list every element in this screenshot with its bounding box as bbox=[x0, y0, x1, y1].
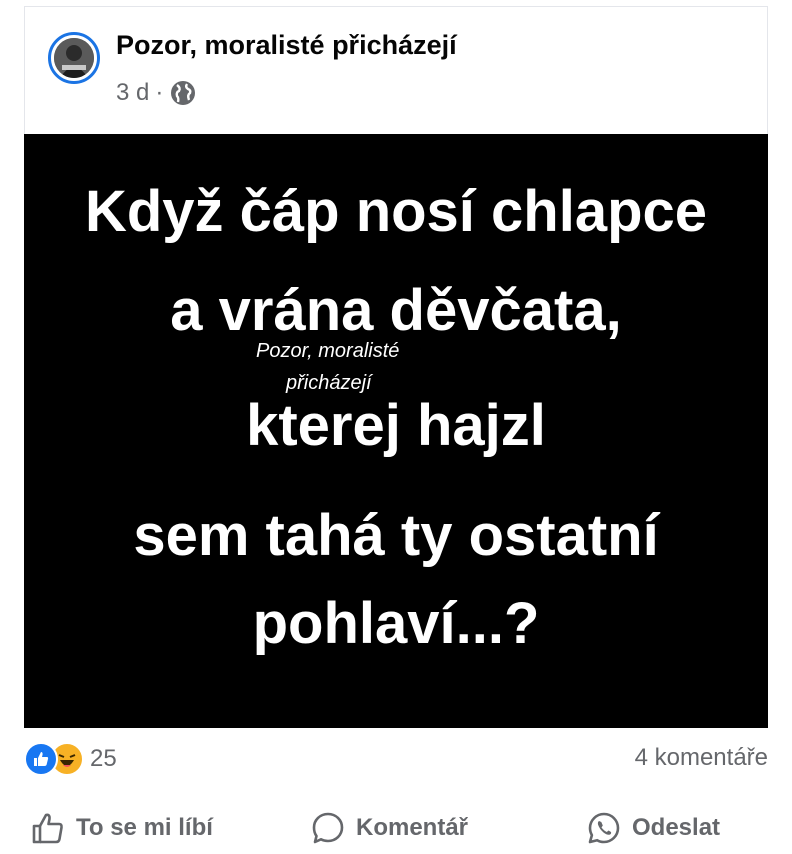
whatsapp-icon bbox=[588, 812, 620, 844]
post-time[interactable]: 3 d bbox=[116, 79, 149, 107]
post-image[interactable]: Když čáp nosí chlapce a vrána děvčata, k… bbox=[24, 134, 768, 728]
share-label: Odeslat bbox=[632, 814, 721, 841]
meme-text-line: pohlaví...? bbox=[252, 591, 540, 656]
like-button[interactable]: To se mi líbí bbox=[30, 810, 213, 846]
meta-separator: · bbox=[155, 79, 164, 106]
meme-text-line: Když čáp nosí chlapce bbox=[84, 179, 708, 244]
comment-label: Komentář bbox=[356, 814, 469, 841]
post-meta: 3 d · bbox=[116, 78, 197, 108]
meme-text-line: sem tahá ty ostatní bbox=[133, 503, 659, 568]
thumbs-up-icon bbox=[32, 813, 63, 844]
like-icon bbox=[24, 742, 58, 776]
meme-text-line: a vrána děvčata, bbox=[170, 278, 622, 343]
comment-icon bbox=[312, 812, 344, 844]
reaction-stats: 25 4 komentáře bbox=[24, 738, 768, 780]
reaction-count: 25 bbox=[90, 745, 117, 772]
reactions-summary[interactable]: 25 bbox=[24, 742, 117, 776]
post-actions: To se mi líbí Komentář Odeslat bbox=[24, 800, 768, 854]
meme-text-line: kterej hajzl bbox=[246, 393, 546, 458]
post-header bbox=[24, 6, 768, 134]
avatar-image bbox=[54, 38, 94, 78]
page-avatar[interactable] bbox=[48, 32, 100, 84]
comments-count[interactable]: 4 komentáře bbox=[635, 744, 768, 772]
page-name-link[interactable]: Pozor, moralisté přicházejí bbox=[116, 30, 457, 61]
comment-button[interactable]: Komentář bbox=[310, 810, 468, 846]
watermark-text: přicházejí bbox=[286, 372, 372, 394]
like-label: To se mi líbí bbox=[76, 814, 213, 841]
globe-icon bbox=[169, 79, 197, 107]
share-button[interactable]: Odeslat bbox=[586, 810, 720, 846]
watermark-text: Pozor, moralisté bbox=[256, 340, 400, 362]
